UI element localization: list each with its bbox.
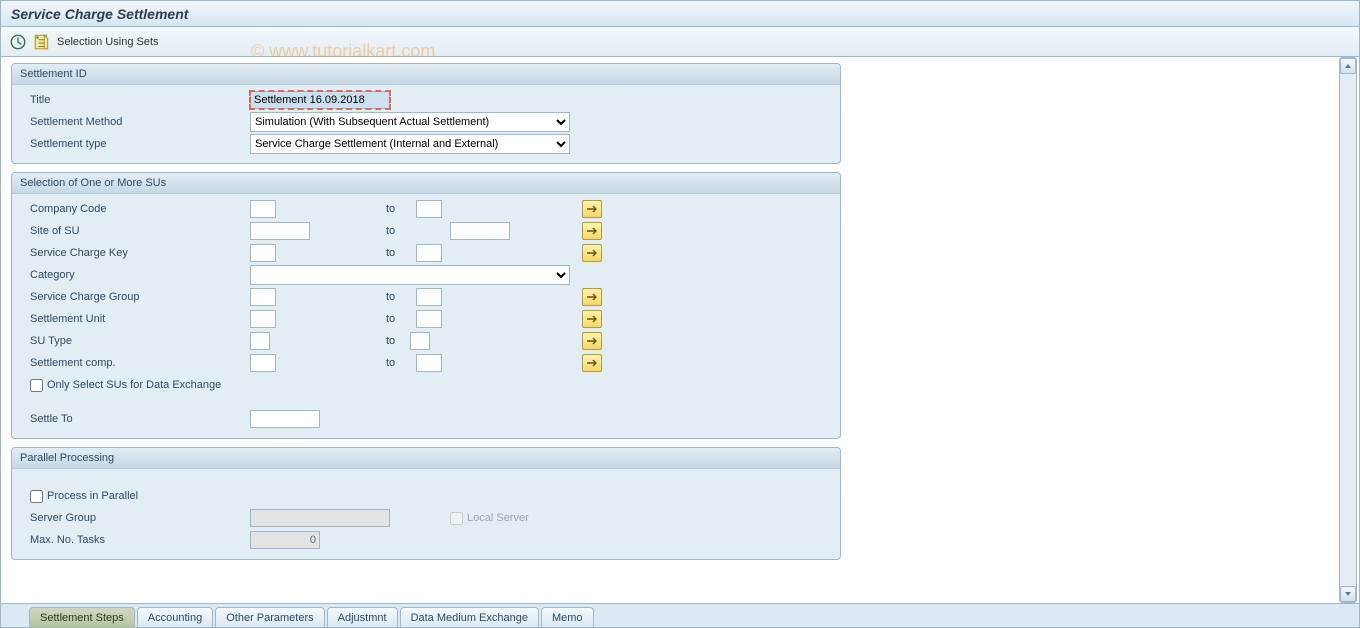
panel-header: Parallel Processing xyxy=(12,448,840,469)
scroll-down-button[interactable] xyxy=(1340,586,1356,602)
company-code-label: Company Code xyxy=(20,203,250,215)
settlement-method-label: Settlement Method xyxy=(20,116,250,128)
execute-icon[interactable] xyxy=(9,33,27,51)
to-text: to xyxy=(310,225,450,237)
multiple-selection-button[interactable] xyxy=(582,244,602,262)
sc-group-from[interactable] xyxy=(250,288,276,306)
to-text: to xyxy=(276,291,416,303)
panel-settlement-id: Settlement ID Title Settlement Method Si… xyxy=(11,63,841,164)
sc-group-label: Service Charge Group xyxy=(20,291,250,303)
tab-other-parameters[interactable]: Other Parameters xyxy=(215,607,324,627)
tab-data-medium-exchange[interactable]: Data Medium Exchange xyxy=(400,607,539,627)
panel-parallel-processing: Parallel Processing Process in Parallel … xyxy=(11,447,841,560)
settlement-comp-to[interactable] xyxy=(416,354,442,372)
settlement-unit-to[interactable] xyxy=(416,310,442,328)
page-title: Service Charge Settlement xyxy=(11,6,188,22)
su-type-from[interactable] xyxy=(250,332,270,350)
get-variant-icon[interactable] xyxy=(33,33,51,51)
category-label: Category xyxy=(20,269,250,281)
sc-key-to[interactable] xyxy=(416,244,442,262)
process-parallel-label: Process in Parallel xyxy=(47,490,138,502)
to-text: to xyxy=(270,335,410,347)
settlement-comp-label: Settlement comp. xyxy=(20,357,250,369)
tab-settlement-steps[interactable]: Settlement Steps xyxy=(29,607,135,627)
settlement-type-label: Settlement type xyxy=(20,138,250,150)
server-group-label: Server Group xyxy=(20,512,250,524)
panel-header: Settlement ID xyxy=(12,64,840,85)
settlement-unit-label: Settlement Unit xyxy=(20,313,250,325)
panel-header: Selection of One or More SUs xyxy=(12,173,840,194)
settle-to-label: Settle To xyxy=(20,413,250,425)
content-area: Settlement ID Title Settlement Method Si… xyxy=(1,57,1359,605)
server-group-input xyxy=(250,509,390,527)
site-of-su-to[interactable] xyxy=(450,222,510,240)
category-select[interactable] xyxy=(250,265,570,285)
title-label: Title xyxy=(20,94,250,106)
process-parallel-checkbox[interactable] xyxy=(30,490,43,503)
tab-memo[interactable]: Memo xyxy=(541,607,594,627)
multiple-selection-button[interactable] xyxy=(582,354,602,372)
local-server-checkbox xyxy=(450,512,463,525)
local-server-label: Local Server xyxy=(463,512,529,524)
max-tasks-label: Max. No. Tasks xyxy=(20,534,250,546)
max-tasks-input xyxy=(250,531,320,549)
to-text: to xyxy=(276,313,416,325)
settlement-method-select[interactable]: Simulation (With Subsequent Actual Settl… xyxy=(250,112,570,132)
app-window: Service Charge Settlement Selection Usin… xyxy=(0,0,1360,628)
title-bar: Service Charge Settlement xyxy=(1,1,1359,27)
multiple-selection-button[interactable] xyxy=(582,310,602,328)
settlement-comp-from[interactable] xyxy=(250,354,276,372)
title-input[interactable] xyxy=(250,91,390,109)
to-text: to xyxy=(276,247,416,259)
su-type-label: SU Type xyxy=(20,335,250,347)
vertical-scrollbar[interactable] xyxy=(1339,57,1357,603)
multiple-selection-button[interactable] xyxy=(582,200,602,218)
only-select-label: Only Select SUs for Data Exchange xyxy=(47,379,221,391)
site-of-su-from[interactable] xyxy=(250,222,310,240)
multiple-selection-button[interactable] xyxy=(582,222,602,240)
toolbar: Selection Using Sets xyxy=(1,27,1359,57)
company-code-to[interactable] xyxy=(416,200,442,218)
scroll-up-button[interactable] xyxy=(1340,58,1356,74)
multiple-selection-button[interactable] xyxy=(582,332,602,350)
settle-to-input[interactable] xyxy=(250,410,320,428)
tab-adjustment[interactable]: Adjustmnt xyxy=(327,607,398,627)
sc-key-label: Service Charge Key xyxy=(20,247,250,259)
sc-group-to[interactable] xyxy=(416,288,442,306)
to-text: to xyxy=(276,357,416,369)
multiple-selection-button[interactable] xyxy=(582,288,602,306)
su-type-to[interactable] xyxy=(410,332,430,350)
settlement-type-select[interactable]: Service Charge Settlement (Internal and … xyxy=(250,134,570,154)
site-of-su-label: Site of SU xyxy=(20,225,250,237)
tab-accounting[interactable]: Accounting xyxy=(137,607,213,627)
company-code-from[interactable] xyxy=(250,200,276,218)
to-text: to xyxy=(276,203,416,215)
tabstrip: Settlement Steps Accounting Other Parame… xyxy=(1,603,1359,627)
settlement-unit-from[interactable] xyxy=(250,310,276,328)
selection-using-sets-button[interactable]: Selection Using Sets xyxy=(57,36,159,48)
panel-su-selection: Selection of One or More SUs Company Cod… xyxy=(11,172,841,439)
sc-key-from[interactable] xyxy=(250,244,276,262)
only-select-checkbox[interactable] xyxy=(30,379,43,392)
